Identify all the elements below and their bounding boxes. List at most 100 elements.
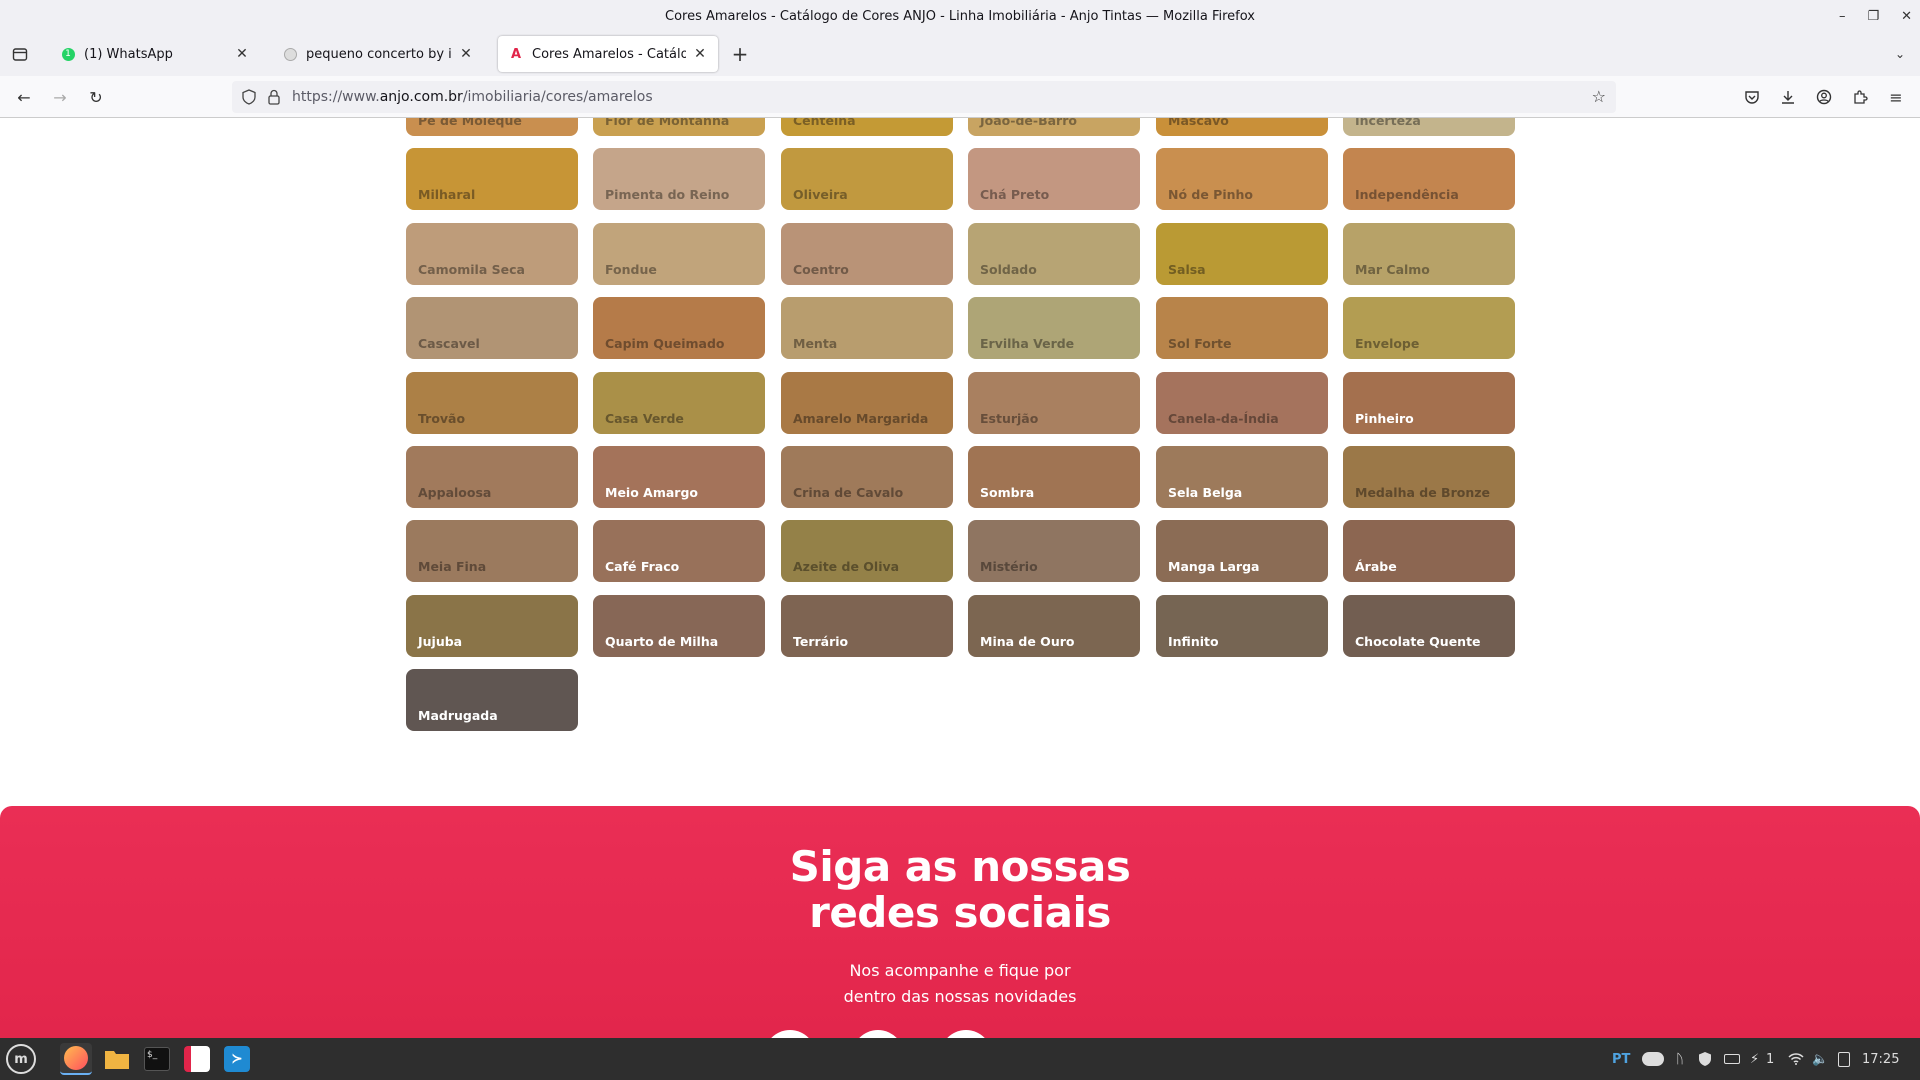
security-shield-icon[interactable]: [1698, 1038, 1712, 1080]
color-swatch[interactable]: Trovão: [406, 372, 578, 434]
volume-icon[interactable]: 🔈: [1812, 1038, 1828, 1080]
clipboard-icon[interactable]: [1838, 1038, 1850, 1080]
wifi-icon[interactable]: [1788, 1038, 1804, 1080]
flameshot-icon[interactable]: [181, 1043, 213, 1075]
list-tabs-icon[interactable]: ⌄: [1888, 42, 1912, 66]
url-bar[interactable]: https://www.anjo.com.br/imobiliaria/core…: [232, 81, 1616, 113]
color-swatch[interactable]: Cascavel: [406, 297, 578, 359]
color-swatch[interactable]: Salsa: [1156, 223, 1328, 285]
color-swatch[interactable]: Terrário: [781, 595, 953, 657]
color-swatch[interactable]: Mistério: [968, 520, 1140, 582]
color-swatch[interactable]: Jujuba: [406, 595, 578, 657]
color-swatch[interactable]: Ervilha Verde: [968, 297, 1140, 359]
color-swatch[interactable]: João-de-Barro: [968, 118, 1140, 136]
color-swatch[interactable]: Camomila Seca: [406, 223, 578, 285]
keyboard-layout[interactable]: PT: [1612, 1038, 1630, 1080]
close-tab-icon[interactable]: ✕: [692, 46, 708, 62]
bluetooth-icon[interactable]: ᚢ: [1676, 1038, 1684, 1080]
extensions-icon[interactable]: [1848, 85, 1872, 109]
color-swatch[interactable]: Milharal: [406, 148, 578, 210]
tab-whatsapp[interactable]: 1 (1) WhatsApp ✕: [50, 36, 260, 72]
color-swatch[interactable]: Capim Queimado: [593, 297, 765, 359]
color-swatch[interactable]: Infinito: [1156, 595, 1328, 657]
color-swatch[interactable]: Sela Belga: [1156, 446, 1328, 508]
mint-menu-icon[interactable]: m: [6, 1044, 36, 1074]
social-link-2[interactable]: [852, 1030, 904, 1038]
new-tab-icon[interactable]: +: [728, 42, 752, 66]
color-swatch[interactable]: Incerteza: [1343, 118, 1515, 136]
downloads-icon[interactable]: [1776, 85, 1800, 109]
lock-icon[interactable]: [268, 89, 280, 109]
back-icon[interactable]: ←: [12, 85, 36, 109]
restore-icon[interactable]: ❐: [1867, 9, 1879, 24]
color-swatch[interactable]: Coentro: [781, 223, 953, 285]
social-link-1[interactable]: [764, 1030, 816, 1038]
cpu-icon[interactable]: [1724, 1038, 1740, 1080]
color-swatch[interactable]: Medalha de Bronze: [1343, 446, 1515, 508]
minimize-icon[interactable]: –: [1839, 9, 1846, 24]
tab-github[interactable]: pequeno concerto by igorb ✕: [272, 36, 484, 72]
url-host: anjo.com.br: [379, 89, 463, 105]
color-swatch[interactable]: Centelha: [781, 118, 953, 136]
color-swatch[interactable]: Quarto de Milha: [593, 595, 765, 657]
color-swatch[interactable]: Madrugada: [406, 669, 578, 731]
close-tab-icon[interactable]: ✕: [234, 46, 250, 62]
color-swatch[interactable]: Árabe: [1343, 520, 1515, 582]
color-swatch[interactable]: Mar Calmo: [1343, 223, 1515, 285]
footer-title-line2: redes sociais: [809, 888, 1111, 937]
files-icon[interactable]: [101, 1043, 133, 1075]
reload-icon[interactable]: ↻: [84, 85, 108, 109]
social-link-3[interactable]: [940, 1030, 992, 1038]
firefox-icon[interactable]: [60, 1043, 92, 1075]
color-swatch[interactable]: Pé de Moleque: [406, 118, 578, 136]
terminal-icon[interactable]: $_: [141, 1043, 173, 1075]
color-swatch[interactable]: Flor de Montanha: [593, 118, 765, 136]
color-swatch[interactable]: Café Fraco: [593, 520, 765, 582]
discord-icon[interactable]: [1642, 1038, 1664, 1080]
color-swatch[interactable]: Pimenta do Reino: [593, 148, 765, 210]
shield-icon[interactable]: [242, 89, 256, 109]
forward-icon[interactable]: →: [48, 85, 72, 109]
github-icon: [282, 46, 298, 62]
clock[interactable]: 17:25: [1862, 1038, 1899, 1080]
color-swatch[interactable]: Mina de Ouro: [968, 595, 1140, 657]
color-swatch[interactable]: Azeite de Oliva: [781, 520, 953, 582]
color-swatch[interactable]: Chá Preto: [968, 148, 1140, 210]
pocket-icon[interactable]: [1740, 85, 1764, 109]
color-swatch[interactable]: Appaloosa: [406, 446, 578, 508]
color-swatch[interactable]: Meio Amargo: [593, 446, 765, 508]
color-swatch[interactable]: Pinheiro: [1343, 372, 1515, 434]
url-text[interactable]: https://www.anjo.com.br/imobiliaria/core…: [292, 89, 653, 105]
account-icon[interactable]: [1812, 85, 1836, 109]
bookmark-star-icon[interactable]: ☆: [1592, 87, 1606, 106]
whatsapp-icon: 1: [60, 46, 76, 62]
color-swatch[interactable]: Mascavo: [1156, 118, 1328, 136]
tab-cores-amarelos[interactable]: A Cores Amarelos - Catálogo d ✕: [498, 36, 718, 72]
close-tab-icon[interactable]: ✕: [458, 46, 474, 62]
color-swatch[interactable]: Soldado: [968, 223, 1140, 285]
navigation-bar: ← → ↻ https://www.anjo.com.br/imobiliari…: [0, 76, 1920, 118]
color-swatch[interactable]: Casa Verde: [593, 372, 765, 434]
color-swatch[interactable]: Canela-da-Índia: [1156, 372, 1328, 434]
color-swatch[interactable]: Crina de Cavalo: [781, 446, 953, 508]
color-swatch[interactable]: Fondue: [593, 223, 765, 285]
color-swatch[interactable]: Meia Fina: [406, 520, 578, 582]
window-titlebar: Cores Amarelos - Catálogo de Cores ANJO …: [0, 0, 1920, 32]
color-swatch[interactable]: Oliveira: [781, 148, 953, 210]
color-swatch[interactable]: Nó de Pinho: [1156, 148, 1328, 210]
color-swatch[interactable]: Sol Forte: [1156, 297, 1328, 359]
vscode-icon[interactable]: ≻: [221, 1043, 253, 1075]
menu-icon[interactable]: ≡: [1884, 85, 1908, 109]
notification-icon[interactable]: ⚡: [1750, 1038, 1759, 1080]
color-swatch[interactable]: Independência: [1343, 148, 1515, 210]
color-swatch[interactable]: Manga Larga: [1156, 520, 1328, 582]
color-swatch[interactable]: Chocolate Quente: [1343, 595, 1515, 657]
color-swatch[interactable]: Esturjão: [968, 372, 1140, 434]
color-swatch[interactable]: Menta: [781, 297, 953, 359]
close-window-icon[interactable]: ✕: [1901, 9, 1912, 24]
tab-overview-icon[interactable]: [8, 42, 32, 66]
window-title: Cores Amarelos - Catálogo de Cores ANJO …: [665, 8, 1255, 24]
color-swatch[interactable]: Amarelo Margarida: [781, 372, 953, 434]
color-swatch[interactable]: Sombra: [968, 446, 1140, 508]
color-swatch[interactable]: Envelope: [1343, 297, 1515, 359]
